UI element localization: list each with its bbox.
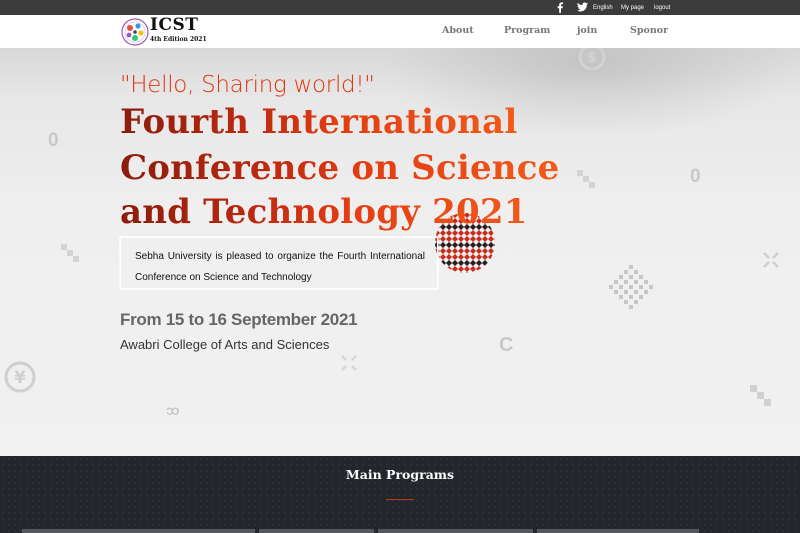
c-glyph-icon: C <box>499 334 514 356</box>
hero-title-line-3: and Technology 2021 <box>120 192 528 232</box>
hero-title-line-1: Fourth International <box>120 102 517 142</box>
programs-heading: Main Programs <box>345 467 455 482</box>
double-c-icon: ↄↄ <box>166 402 180 418</box>
hero-title-text: Conference on Science <box>120 148 560 188</box>
logo[interactable]: ICST 4th Edition 2021 <box>121 15 207 47</box>
hero-title-text: Fourth International <box>120 102 518 142</box>
main-navbar: ICST 4th Edition 2021 About Program join… <box>0 15 800 49</box>
program-card[interactable] <box>537 529 699 533</box>
hero-section: 0 0 $ ¥ C ↄↄ "Hello, Sharing world!" Fou… <box>0 48 800 456</box>
logout-link[interactable]: logout <box>654 0 670 15</box>
programs-heading-underline <box>386 499 414 500</box>
zero-glyph-icon: 0 <box>48 130 59 151</box>
yen-glyph: ¥ <box>14 368 26 388</box>
program-card[interactable] <box>378 529 533 533</box>
event-dates: From 15 to 16 September 2021 <box>120 310 358 329</box>
nav-about[interactable]: About <box>442 25 474 36</box>
hero-title-line-2: Conference on Science <box>120 148 559 188</box>
logo-emblem-icon <box>121 18 149 46</box>
dollar-glyph: $ <box>587 50 597 66</box>
facebook-icon[interactable] <box>556 0 566 15</box>
top-bar: English My page logout <box>0 0 800 15</box>
cross-icon <box>763 252 779 268</box>
hero-description: Sebha University is pleased to organize … <box>135 251 425 283</box>
hero-description-box: Sebha University is pleased to organize … <box>120 237 438 289</box>
zero-glyph-icon: 0 <box>690 166 701 187</box>
program-card[interactable] <box>259 529 374 533</box>
hero-title-text: and Technology 2021 <box>120 192 528 232</box>
dollar-coin-icon: $ <box>578 48 606 71</box>
nav-program[interactable]: Program <box>504 25 550 36</box>
checker-decoration-icon <box>577 170 595 188</box>
twitter-icon[interactable] <box>577 0 589 15</box>
nav-join[interactable]: join <box>577 25 597 36</box>
cross-icon <box>341 355 357 371</box>
my-page-link[interactable]: My page <box>621 0 644 15</box>
checker-decoration-icon <box>61 244 79 262</box>
hero-tagline: "Hello, Sharing world!" <box>120 72 375 98</box>
logo-name: ICST <box>150 15 199 35</box>
nav-sponor[interactable]: Sponor <box>630 25 668 36</box>
program-card[interactable] <box>22 529 255 533</box>
dotted-diamond-decoration <box>609 265 653 309</box>
yen-coin-icon: ¥ <box>4 361 36 393</box>
checker-decoration-icon <box>750 385 771 406</box>
event-venue: Awabri College of Arts and Sciences <box>120 337 330 352</box>
language-link[interactable]: English <box>593 0 613 15</box>
logo-edition: 4th Edition 2021 <box>150 36 207 43</box>
main-programs-section: Main Programs <box>0 456 800 533</box>
